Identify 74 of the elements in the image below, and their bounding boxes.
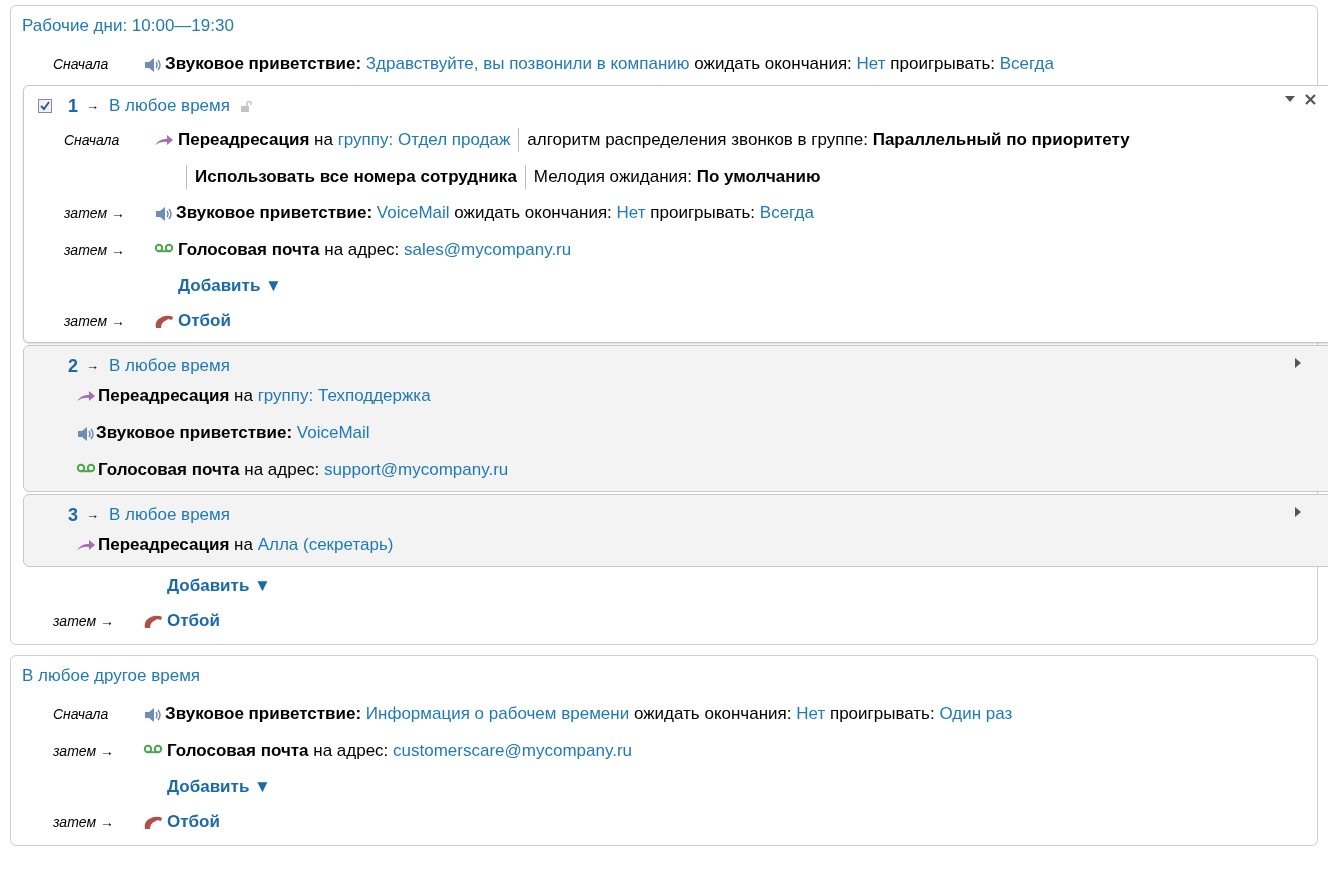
link[interactable]: Алла (секретарь) [257,535,394,554]
step-text: Голосовая почта на адрес: customerscare@mycompany.ru [167,740,633,762]
rule-number: 2 [68,354,78,378]
condition-link[interactable]: В любое время [109,502,230,528]
link[interactable]: Нет [856,54,886,73]
step-text: Переадресация на группу: Отдел продаж [178,129,511,151]
link[interactable]: Один раз [939,704,1013,723]
link[interactable]: VoiceMail [296,423,370,442]
step-text: Голосовая почта на адрес: support@mycompany.ru [98,459,509,481]
speaker-icon [154,206,172,222]
voicemail-icon [76,463,96,473]
step-prefix: затем → [64,241,126,260]
voicemail-icon [154,243,174,253]
step-text: Использовать все номера сотрудника [186,165,517,189]
link[interactable]: группу: Техподдержка [257,386,431,405]
speaker-icon [143,707,161,723]
link[interactable]: sales@mycompany.ru [404,240,572,259]
checkbox[interactable] [38,99,52,113]
arrow-text: → [86,97,99,116]
step-text: Звуковое приветствие: VoiceMail ожидать окончания: Нет проигрывать: Всегда [176,202,814,224]
caret-right-icon[interactable] [1295,358,1302,368]
step-prefix: Сначала [53,55,110,74]
lock-icon [239,99,252,113]
hangup-link[interactable]: Отбой [178,311,231,330]
section-title-link[interactable]: Рабочие дни: 10:00—19:30 [22,13,234,39]
step-text: Переадресация на группу: Техподдержка [98,385,431,407]
condition-link[interactable]: В любое время [109,93,230,119]
step-text: Звуковое приветствие: Здравствуйте, вы позвонили в компанию ожидать окончания: Нет проигрывать: Всегда [165,53,1054,75]
link[interactable]: Информация о рабочем времени [365,704,630,723]
step-text: алгоритм распределения звонков в группе: Параллельный по приоритету [518,128,1130,152]
hangup-link[interactable]: Отбой [167,611,220,630]
link[interactable]: Всегда [759,203,814,222]
phone-handset-icon [143,614,163,630]
link[interactable]: группу: Отдел продаж [337,130,511,149]
rule-number: 1 [68,94,78,118]
link[interactable]: Нет [796,704,826,723]
curved-arrow-icon [76,389,96,403]
speaker-icon [143,57,161,73]
step-prefix: затем → [53,813,115,832]
arrow-text: → [86,506,99,525]
step-prefix: затем → [64,312,126,331]
step-text: Мелодия ожидания: По умолчанию [524,165,821,189]
step-prefix: Сначала [64,131,121,150]
step-prefix: Сначала [53,705,110,724]
curved-arrow-icon [76,538,96,552]
step-prefix: затем → [53,612,115,631]
condition-link[interactable]: В любое время [109,353,230,379]
rule-number: 3 [68,503,78,527]
link[interactable]: Нет [616,203,646,222]
speaker-icon [76,426,94,442]
section-title-link[interactable]: В любое другое время [22,663,201,689]
add-button[interactable]: Добавить ▼ [167,573,271,599]
link[interactable]: VoiceMail [376,203,450,222]
arrow-text: → [86,357,99,376]
link[interactable]: Всегда [999,54,1054,73]
link[interactable]: support@mycompany.ru [324,460,509,479]
add-button[interactable]: Добавить ▼ [178,273,282,299]
caret-down-icon[interactable] [1285,96,1295,103]
add-button[interactable]: Добавить ▼ [167,774,271,800]
link[interactable]: customerscare@mycompany.ru [393,741,633,760]
step-text: Звуковое приветствие: Информация о рабочем времени ожидать окончания: Нет проигрывать: Один раз [165,703,1013,725]
step-text: Переадресация на Алла (секретарь) [98,534,394,556]
caret-right-icon[interactable] [1295,507,1302,517]
step-text: Звуковое приветствие: VoiceMail [96,422,370,444]
step-prefix: затем → [64,204,126,223]
phone-handset-icon [143,815,163,831]
hangup-link[interactable]: Отбой [167,812,220,831]
link[interactable]: Здравствуйте, вы позвонили в компанию [365,54,690,73]
step-text: Голосовая почта на адрес: sales@mycompany.ru [178,239,572,261]
close-icon[interactable] [1305,94,1316,105]
step-prefix: затем → [53,742,115,761]
voicemail-icon [143,744,163,754]
phone-handset-icon [154,314,174,330]
curved-arrow-icon [154,133,174,147]
